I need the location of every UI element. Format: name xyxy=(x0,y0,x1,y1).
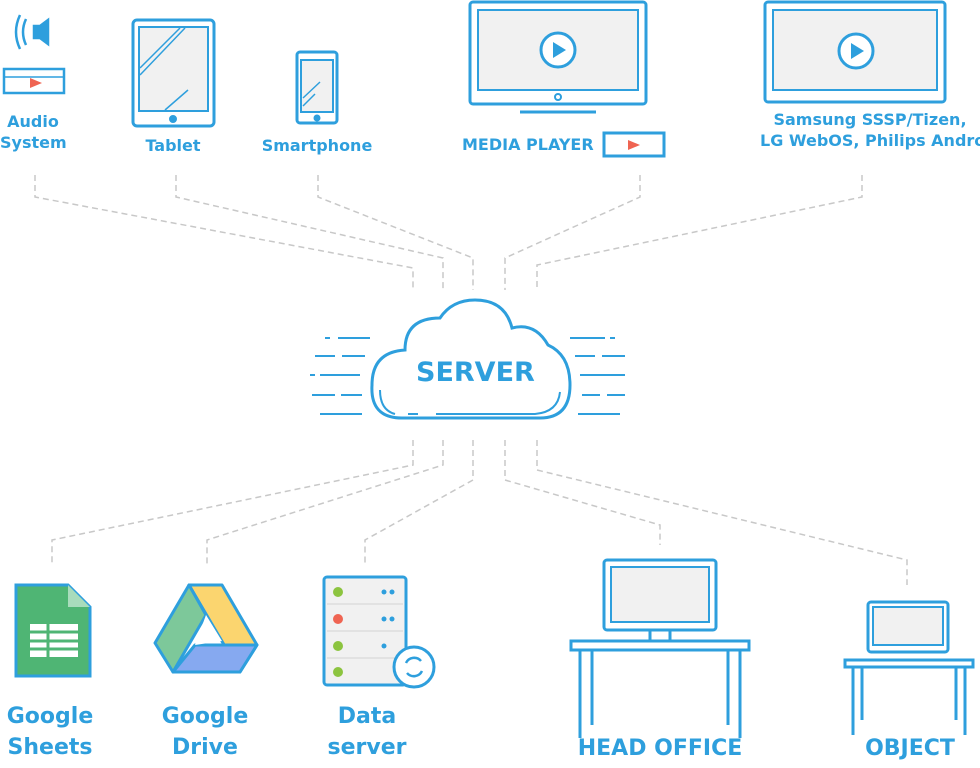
audio-label-line2: System xyxy=(0,132,67,152)
smart-tv-label-line2: LG WebOS, Philips Android xyxy=(760,130,980,150)
data-server-icon xyxy=(322,575,436,689)
speaker-icon xyxy=(2,14,66,95)
smartphone-label: Smartphone xyxy=(261,136,373,155)
google-drive-label: Google Drive xyxy=(155,702,255,764)
network-diagram: SERVER Audio System Tablet Smartphone ME… xyxy=(0,0,980,768)
audio-label-line1: Audio xyxy=(7,112,59,131)
data-server-label-line1: Data xyxy=(337,704,397,729)
connector-drive xyxy=(206,440,444,565)
smartphone-icon xyxy=(295,50,339,125)
object-label: OBJECT xyxy=(865,736,955,761)
connector-media-player xyxy=(504,175,641,290)
connector-smartphone xyxy=(317,175,474,290)
sheets-label-line1: Google xyxy=(6,704,94,729)
connector-object xyxy=(536,440,908,585)
data-server-label-line2: server xyxy=(327,734,407,760)
tablet-label: Tablet xyxy=(145,136,201,155)
connector-data-server xyxy=(364,440,474,565)
media-player-label: MEDIA PLAYER xyxy=(462,135,594,154)
smart-tv-icon xyxy=(763,0,947,104)
connector-audio xyxy=(34,175,414,290)
smart-tv-label-line1: Samsung SSSP/Tizen, xyxy=(773,110,967,129)
connector-smart-tv xyxy=(536,175,863,290)
data-server-label: Data server xyxy=(317,702,417,764)
sheets-label-line2: Sheets xyxy=(7,734,93,760)
drive-label-line1: Google xyxy=(161,704,249,729)
server-label: SERVER xyxy=(416,357,535,388)
drive-label-line2: Drive xyxy=(172,734,238,760)
connector-head-office xyxy=(504,440,661,545)
connector-tablet xyxy=(175,175,444,290)
connector-sheets xyxy=(51,440,414,565)
google-sheets-icon xyxy=(14,583,92,678)
audio-system-label: Audio System xyxy=(0,112,67,154)
google-sheets-label: Google Sheets xyxy=(0,702,100,764)
head-office-label: HEAD OFFICE xyxy=(577,736,743,761)
laptop-desk-icon xyxy=(843,600,975,735)
monitor-icon xyxy=(468,0,666,158)
desktop-workstation-icon xyxy=(569,558,751,738)
google-drive-icon xyxy=(153,583,259,674)
smart-tv-label: Samsung SSSP/Tizen, LG WebOS, Philips An… xyxy=(760,110,980,152)
tablet-icon xyxy=(131,18,216,128)
